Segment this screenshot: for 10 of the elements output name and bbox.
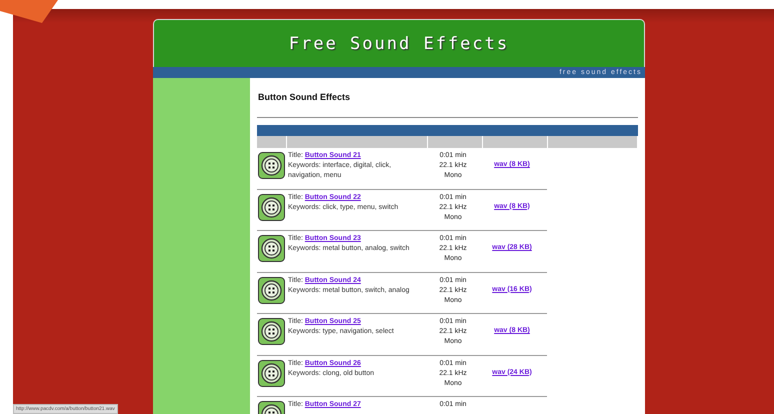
button-icon bbox=[258, 194, 285, 220]
corner-ribbon bbox=[0, 0, 60, 24]
button-icon bbox=[258, 318, 285, 345]
button-icon bbox=[258, 152, 285, 179]
button-icon bbox=[258, 276, 285, 304]
page-heading: Button Sound Effects bbox=[257, 92, 351, 102]
site-title: Free Sound Effects bbox=[288, 34, 510, 54]
button-icon bbox=[258, 360, 285, 386]
button-icon bbox=[258, 235, 285, 262]
column-header bbox=[483, 136, 547, 148]
